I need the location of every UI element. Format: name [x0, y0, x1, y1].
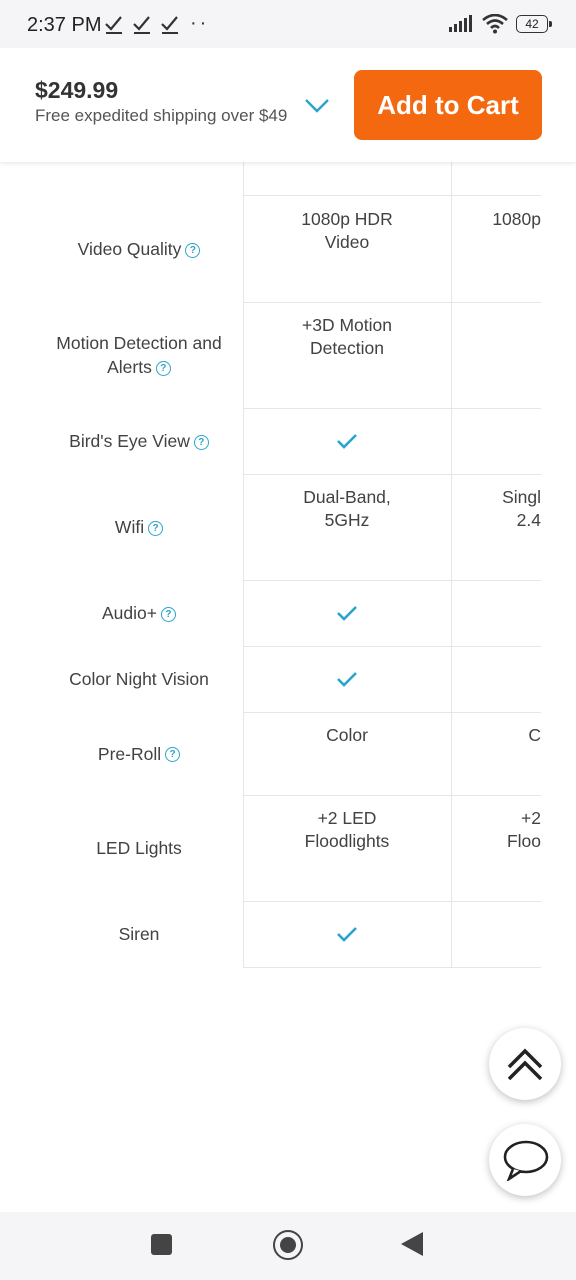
status-right: 42: [448, 14, 552, 34]
table-cell: 1080p: [452, 208, 541, 231]
check-notification-icon: [105, 16, 122, 34]
add-to-cart-button[interactable]: Add to Cart: [354, 70, 542, 140]
feature-label-text: Video Quality: [77, 239, 182, 259]
battery-icon: 42: [516, 15, 552, 33]
table-cell: +2 LED Floodlights: [244, 807, 450, 853]
question-icon[interactable]: ?: [148, 520, 164, 536]
feature-label-text: Audio+: [102, 603, 157, 623]
row-divider: [243, 302, 541, 303]
signal-icon: [449, 15, 472, 32]
feature-label: Wifi?: [40, 474, 238, 580]
feature-label-text: Wifi: [114, 517, 145, 537]
row-divider: [243, 580, 541, 581]
status-bar: 2:37 PM ·· 42: [0, 0, 576, 48]
sticky-purchase-bar: $249.99 Free expedited shipping over $49…: [0, 48, 576, 162]
cell-text: Dual-Band,: [303, 487, 391, 507]
cell-text: C: [528, 725, 541, 745]
cell-text: +2: [521, 808, 541, 828]
row-divider: [243, 474, 541, 475]
feature-label-text: Pre-Roll: [97, 743, 162, 764]
cell-text: 1080p HDR: [301, 209, 393, 229]
wifi-icon: [482, 14, 508, 34]
row-divider: [243, 967, 541, 968]
cell-text: +3D Motion: [302, 315, 392, 335]
table-cell: [244, 432, 450, 456]
feature-label-text: Bird's Eye View: [69, 431, 190, 451]
cell-text: Video: [324, 232, 370, 252]
cell-text: 1080p: [492, 209, 541, 229]
table-cell: Color: [244, 724, 450, 747]
feature-label: Siren: [40, 901, 238, 967]
cell-text: 5GHz: [324, 510, 370, 530]
row-divider: [243, 712, 541, 713]
feature-label: Bird's Eye View?: [40, 408, 238, 474]
table-cell: +2 Floo: [452, 807, 541, 853]
checkmark-icon: [337, 606, 357, 621]
feature-label: Color Night Vision: [40, 646, 238, 712]
chat-bubble-icon: [503, 1140, 549, 1181]
status-time: 2:37 PM: [27, 14, 102, 36]
checkmark-icon: [337, 434, 357, 449]
status-notifications: [104, 14, 180, 34]
table-cell: Singl 2.4: [452, 486, 541, 532]
row-divider: [243, 408, 541, 409]
checkmark-icon: [337, 672, 357, 687]
question-icon[interactable]: ?: [165, 747, 181, 763]
home-button[interactable]: [273, 1230, 303, 1260]
cell-text: +2 LED: [317, 808, 377, 828]
feature-label: Motion Detection and Alerts?: [40, 302, 238, 408]
double-chevron-up-icon: [507, 1048, 543, 1081]
question-icon[interactable]: ?: [160, 606, 176, 622]
checkmark-icon: [337, 927, 357, 942]
product-price: $249.99: [35, 77, 119, 103]
cell-text: Floo: [506, 831, 541, 851]
feature-label: Video Quality?: [40, 196, 238, 302]
check-notification-icon: [161, 16, 178, 34]
scroll-to-top-button[interactable]: [489, 1028, 561, 1100]
cell-text: Singl: [502, 487, 541, 507]
chat-button[interactable]: [489, 1124, 561, 1196]
feature-label-text: Color Night Vision: [69, 669, 209, 689]
question-icon[interactable]: ?: [185, 242, 201, 258]
table-cell: [244, 604, 450, 628]
row-divider: [243, 901, 541, 902]
shipping-note: Free expedited shipping over $49: [35, 106, 288, 125]
system-nav-bar: [0, 1212, 576, 1280]
row-divider: [243, 795, 541, 796]
row-divider: [243, 646, 541, 647]
cell-text: Color: [326, 725, 368, 745]
table-cell: Dual-Band, 5GHz: [244, 486, 450, 532]
feature-label-text: Siren: [118, 924, 160, 944]
back-button[interactable]: [401, 1232, 423, 1256]
cell-text: Floodlights: [304, 831, 390, 851]
more-notifications-icon: ··: [190, 12, 210, 34]
table-cell: [244, 925, 450, 949]
check-notification-icon: [133, 16, 150, 34]
question-icon[interactable]: ?: [193, 434, 209, 450]
recents-button[interactable]: [151, 1234, 172, 1255]
feature-label-text: LED Lights: [96, 838, 182, 858]
feature-label: Audio+?: [40, 580, 238, 646]
row-divider: [243, 195, 541, 196]
cell-text: 2.4: [516, 510, 541, 530]
cell-text: Detection: [310, 338, 384, 358]
feature-label: LED Lights: [40, 795, 238, 901]
table-cell: +3D Motion Detection: [244, 314, 450, 360]
table-cell: 1080p HDR Video: [244, 208, 450, 254]
feature-label-text: Motion Detection and Alerts: [56, 333, 222, 377]
chevron-down-icon[interactable]: [304, 96, 330, 114]
table-cell: [244, 670, 450, 694]
feature-label: Pre-Roll?: [40, 712, 238, 795]
table-cell: C: [452, 724, 541, 747]
question-icon[interactable]: ?: [155, 360, 171, 376]
